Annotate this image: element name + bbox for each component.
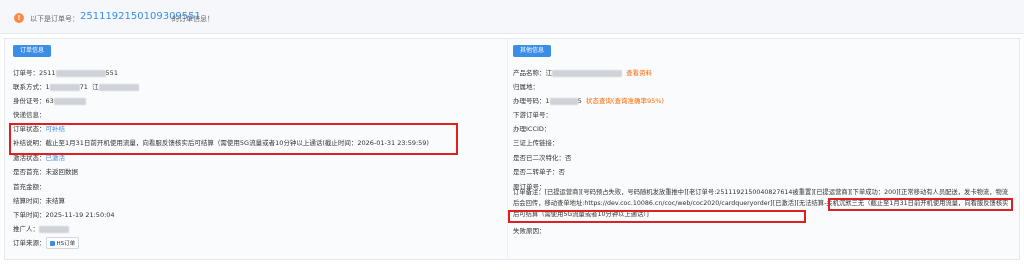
masked-value [53,97,86,105]
header-suffix: 的订单信息！ [172,15,214,23]
highlight-box-left [9,123,458,155]
first-amount-row: 首充金额： [13,183,46,191]
order-info-tab[interactable]: 订单信息 [13,45,52,57]
masked-value [98,83,139,91]
order-header-bar: ! 以下是订单号： 2511192150109309551 的订单信息！ [0,0,1024,34]
source-badge[interactable]: HS订单 [45,237,80,249]
masked-value [552,69,622,77]
order-detail-panel: 订单信息 其他信息 订单号：2511 551 联系方式：1 71 江 身份证号：63… [4,38,1020,260]
hs-logo-icon [49,241,55,246]
masked-value [549,97,578,105]
status-query-link[interactable]: 状态查询(查询准确率95%) [586,97,664,105]
id-row: 身份证号：63 [13,95,86,105]
view-details-link[interactable]: 查看资料 [626,69,652,77]
settle-row: 结算时间：未结算 [13,197,65,205]
down-order-row: 下游订单号： [513,111,552,119]
other-info-tab[interactable]: 其他信息 [513,45,552,57]
panel-divider [507,39,508,259]
contact-row: 联系方式：1 71 江 [13,81,139,91]
transfer-row: 是否二转单子：否 [513,168,565,176]
iccid-row: 办理ICCID： [513,125,551,133]
promoter-row: 推广人： [13,223,69,233]
highlight-box-right-1 [828,198,1013,211]
product-row: 产品名称：江 查看资料 [513,69,653,77]
masked-value [39,225,69,233]
recharge-row: 是否首充：未返回数据 [13,168,78,176]
masked-value [55,69,106,77]
order-time-row: 下单时间：2025-11-19 21:50:04 [13,211,115,219]
source-row: 订单来源： HS订单 [13,237,80,249]
masked-value [49,83,80,91]
exclamation-icon: ! [14,13,24,23]
order-no-row: 订单号：2511 551 [13,69,118,77]
attr-row: 归属地： [513,83,539,91]
header-label: 以下是订单号： [30,15,79,23]
express-row: 快递信息： [13,111,46,119]
phone-row: 办理号码：1 5 状态查询(查询准确率95%) [513,97,664,105]
fail-row: 失败原因： [513,227,546,235]
upload-row: 三证上传链接： [513,139,559,147]
secondary-row: 是否已二次特化：否 [513,154,572,162]
highlight-box-right-2 [508,210,806,223]
